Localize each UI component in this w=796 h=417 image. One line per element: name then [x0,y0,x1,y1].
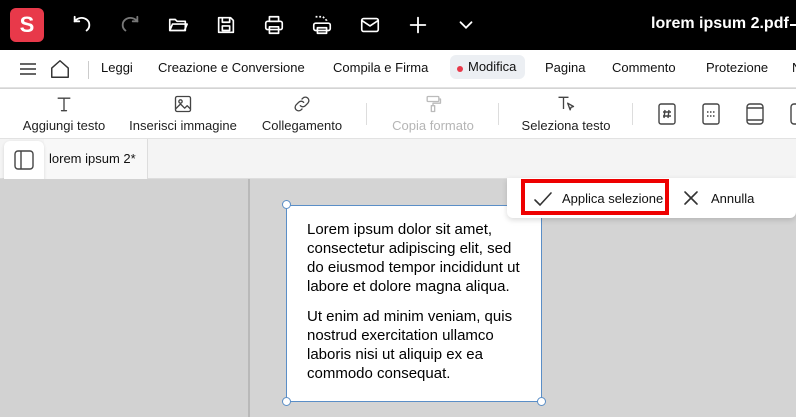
sidebar-toggle-icon[interactable] [12,148,36,172]
page-number-icon[interactable] [655,101,679,127]
link-icon [259,93,345,115]
copy-format-button[interactable]: Copia formato [389,93,477,135]
redo-icon[interactable] [116,11,144,39]
insert-image-label: Inserisci immagine [129,118,237,133]
folder-open-icon[interactable] [164,11,192,39]
menu-item-leggi[interactable]: Leggi [101,60,133,75]
document-tab-strip: lorem ipsum 2* [0,139,796,179]
email-icon[interactable] [356,11,384,39]
menu-item-pagina[interactable]: Pagina [545,60,585,75]
document-tab-label: lorem ipsum 2* [49,151,136,166]
selected-text-box[interactable]: Lorem ipsum dolor sit amet, consectetur … [286,205,542,402]
chevron-down-icon[interactable] [452,11,480,39]
home-icon[interactable] [48,58,72,80]
select-text-label: Seleziona testo [521,118,611,133]
link-label: Collegamento [261,118,343,133]
menu-item-commento[interactable]: Commento [612,60,676,75]
cancel-button[interactable]: Annulla [679,182,779,214]
resize-handle-top-left[interactable] [282,200,291,209]
resize-handle-bottom-left[interactable] [282,397,291,406]
cancel-label: Annulla [711,191,755,206]
menu-separator [88,61,89,79]
menu-item-compila-firma[interactable]: Compila e Firma [333,60,428,75]
scan-print-icon[interactable] [308,11,336,39]
canvas-background-left [0,179,248,417]
selection-action-popup: Applica selezione Annulla [507,178,796,218]
add-text-button[interactable]: Aggiungi testo [21,93,107,135]
apply-selection-button[interactable]: Applica selezione [521,179,669,215]
title-bar: S lorem ipsum 2.pdf [0,0,796,50]
undo-icon[interactable] [68,11,96,39]
plus-icon[interactable] [404,11,432,39]
menu-item-protezione[interactable]: Protezione [706,60,768,75]
resize-handle-bottom-right[interactable] [537,397,546,406]
document-tab[interactable]: lorem ipsum 2* [44,139,148,179]
apply-selection-label: Applica selezione [562,191,664,206]
format-painter-icon [389,93,477,115]
menu-item-creazione-conversione[interactable]: Creazione e Conversione [158,60,305,75]
insert-image-button[interactable]: Inserisci immagine [127,93,239,135]
image-icon [127,93,239,115]
page-layout-icon[interactable] [743,101,767,127]
text-icon [21,93,107,115]
text-paragraph-1[interactable]: Lorem ipsum dolor sit amet, consectetur … [307,220,531,296]
edit-toolbar: Aggiungi testo Inserisci immagine Colleg… [0,89,796,139]
select-text-button[interactable]: Seleziona testo [521,93,611,135]
menu-bar: Leggi Creazione e Conversione Compila e … [0,50,796,88]
add-text-label: Aggiungi testo [22,118,106,133]
copy-format-label: Copia formato [392,118,474,133]
document-title: lorem ipsum 2.pdf [651,15,789,32]
header-footer-icon[interactable] [699,101,723,127]
page-tool-overflow-icon[interactable] [787,101,796,127]
menu-item-overflow[interactable]: N [792,60,796,75]
menu-item-modifica[interactable]: Modifica [450,55,526,79]
close-icon [684,191,698,205]
print-icon[interactable] [260,11,288,39]
select-text-icon [521,93,611,115]
app-logo[interactable]: S [10,8,44,42]
link-button[interactable]: Collegamento [259,93,345,135]
save-icon[interactable] [212,11,240,39]
toolbar-separator [632,103,633,125]
check-icon [534,192,552,207]
toolbar-separator [366,103,367,125]
hamburger-menu-icon[interactable] [16,58,40,80]
text-paragraph-2[interactable]: Ut enim ad minim veniam, quis nostrud ex… [307,307,531,383]
minimize-icon[interactable] [790,24,796,26]
toolbar-separator [498,103,499,125]
